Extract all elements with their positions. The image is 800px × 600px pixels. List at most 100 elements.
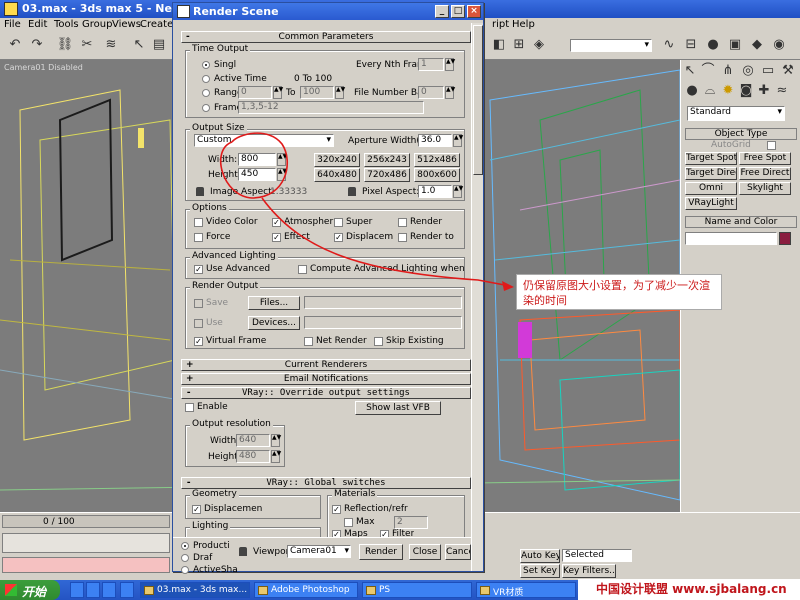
max-depth-checkbox[interactable] (344, 518, 353, 527)
height-field[interactable]: 450 (238, 168, 276, 181)
range-to-field[interactable]: 100 (300, 86, 334, 99)
utilities-tab-icon[interactable]: ⚒ (779, 62, 797, 80)
quicklaunch-ie-icon[interactable] (70, 582, 84, 598)
devices-button[interactable]: Devices... (248, 316, 300, 330)
set-key-button[interactable]: Set Key (520, 564, 560, 578)
select-link-icon[interactable]: ⛓ (56, 36, 74, 54)
width-field[interactable]: 800 (238, 153, 276, 166)
dialog-scrollbar[interactable] (471, 23, 483, 571)
create-tab-icon[interactable]: ↖ (681, 62, 699, 80)
close-window-button[interactable]: × (467, 5, 481, 18)
super-black-checkbox[interactable] (334, 218, 343, 227)
activeshade-radio[interactable] (181, 566, 189, 574)
task-vr-folder[interactable]: VR材质 (476, 582, 576, 598)
render-button[interactable]: Render (359, 544, 403, 560)
vray-height-field[interactable]: 480 (236, 450, 270, 463)
compute-advanced-lighting-checkbox[interactable] (298, 265, 307, 274)
lights-icon[interactable]: ✹ (719, 82, 737, 100)
scroll-thumb[interactable] (473, 25, 483, 175)
frames-radio[interactable] (202, 104, 210, 112)
vray-global-switches-rollout[interactable]: - VRay:: Global switches (181, 477, 471, 489)
mirror-icon[interactable]: ◧ (490, 36, 508, 54)
max-depth-field[interactable]: 2 (394, 516, 428, 529)
vray-enable-checkbox[interactable] (185, 403, 194, 412)
preset-800x600-button[interactable]: 800x600 (414, 168, 460, 182)
align-icon[interactable]: ⊞ (510, 36, 528, 54)
range-to-spinner[interactable]: ▲▼ (335, 86, 345, 99)
height-spinner[interactable]: ▲▼ (277, 168, 287, 181)
render-hidden-checkbox[interactable] (398, 218, 407, 227)
geometry-icon[interactable]: ● (683, 82, 701, 100)
menu-help[interactable]: Help (512, 19, 535, 30)
net-render-checkbox[interactable] (304, 337, 313, 346)
save-file-checkbox[interactable] (194, 299, 203, 308)
menu-create[interactable]: Create (140, 19, 173, 30)
task-ps-folder[interactable]: PS (362, 582, 472, 598)
active-time-radio[interactable] (202, 75, 210, 83)
motion-tab-icon[interactable]: ◎ (739, 62, 757, 80)
every-nth-spinner[interactable]: ▲▼ (445, 58, 455, 71)
quicklaunch-media-icon[interactable] (102, 582, 116, 598)
files-button[interactable]: Files... (248, 296, 300, 310)
object-color-swatch[interactable] (779, 232, 791, 245)
key-filters-button[interactable]: Key Filters... (562, 564, 616, 578)
undo-icon[interactable]: ↶ (6, 36, 24, 54)
pixel-aspect-spinner[interactable]: ▲▼ (453, 185, 463, 198)
range-from-field[interactable]: 0 (238, 86, 272, 99)
curve-editor-icon[interactable]: ∿ (660, 36, 678, 54)
vray-width-spinner[interactable]: ▲▼ (271, 434, 281, 447)
maximize-button[interactable]: □ (451, 5, 465, 18)
name-color-rollout[interactable]: Name and Color (685, 216, 797, 228)
common-parameters-rollout[interactable]: - Common Parameters (181, 31, 471, 43)
modify-tab-icon[interactable]: ⌒ (699, 62, 717, 80)
aperture-width-field[interactable]: 36.0 (418, 134, 452, 147)
quicklaunch-max-icon[interactable] (120, 582, 134, 598)
object-type-rollout[interactable]: Object Type (685, 128, 797, 140)
unlink-icon[interactable]: ✂ (78, 36, 96, 54)
minimize-button[interactable]: _ (435, 5, 449, 18)
object-name-field[interactable] (685, 232, 777, 245)
menu-group[interactable]: Group (82, 19, 112, 30)
quick-render-icon[interactable]: ◆ (748, 36, 766, 54)
preset-256x243-button[interactable]: 256x243 (364, 153, 410, 167)
vray-width-field[interactable]: 640 (236, 434, 270, 447)
display-tab-icon[interactable]: ▭ (759, 62, 777, 80)
select-by-name-icon[interactable]: ▤ (150, 36, 168, 54)
aperture-spinner[interactable]: ▲▼ (453, 134, 463, 147)
cameras-icon[interactable]: ◙ (737, 82, 755, 100)
use-device-checkbox[interactable] (194, 319, 203, 328)
task-3dsmax[interactable]: 03.max - 3ds max... (140, 582, 250, 598)
skylight-button[interactable]: Skylight (739, 182, 791, 195)
displacement-switch-checkbox[interactable]: ✓ (192, 505, 201, 514)
email-notifications-rollout[interactable]: + Email Notifications (181, 373, 471, 385)
free-direct-button[interactable]: Free Direct (739, 167, 791, 180)
preset-720x486-button[interactable]: 720x486 (364, 168, 410, 182)
virtual-frame-buffer-checkbox[interactable]: ✓ (194, 337, 203, 346)
bind-space-warp-icon[interactable]: ≋ (102, 36, 120, 54)
current-renderers-rollout[interactable]: + Current Renderers (181, 359, 471, 371)
vraylight-button[interactable]: VRayLight (685, 197, 737, 210)
range-radio[interactable] (202, 89, 210, 97)
render-scene-icon[interactable]: ▣ (726, 36, 744, 54)
target-spot-button[interactable]: Target Spot (685, 152, 737, 165)
material-editor-icon[interactable]: ● (704, 36, 722, 54)
auto-key-button[interactable]: Auto Key (520, 549, 560, 563)
reflection-refraction-checkbox[interactable]: ✓ (332, 505, 341, 514)
pixel-aspect-lock-icon[interactable] (348, 187, 356, 196)
layer-icon[interactable]: ◈ (530, 36, 548, 54)
pixel-aspect-field[interactable]: 1.0 (418, 185, 452, 198)
width-spinner[interactable]: ▲▼ (277, 153, 287, 166)
video-color-checkbox[interactable] (194, 218, 203, 227)
autogrid-checkbox[interactable] (767, 141, 776, 150)
skip-existing-checkbox[interactable] (374, 337, 383, 346)
track-bar[interactable] (2, 533, 170, 553)
preset-320x240-button[interactable]: 320x240 (314, 153, 360, 167)
cancel-button[interactable]: Cancel (445, 544, 471, 560)
effects-checkbox[interactable]: ✓ (272, 233, 281, 242)
vray-override-rollout[interactable]: - VRay:: Override output settings (181, 387, 471, 399)
spacewarps-icon[interactable]: ≈ (773, 82, 791, 100)
use-advanced-lighting-checkbox[interactable]: ✓ (194, 265, 203, 274)
range-from-spinner[interactable]: ▲▼ (273, 86, 283, 99)
start-button[interactable]: 开始 (0, 580, 60, 600)
menu-edit[interactable]: Edit (28, 19, 47, 30)
